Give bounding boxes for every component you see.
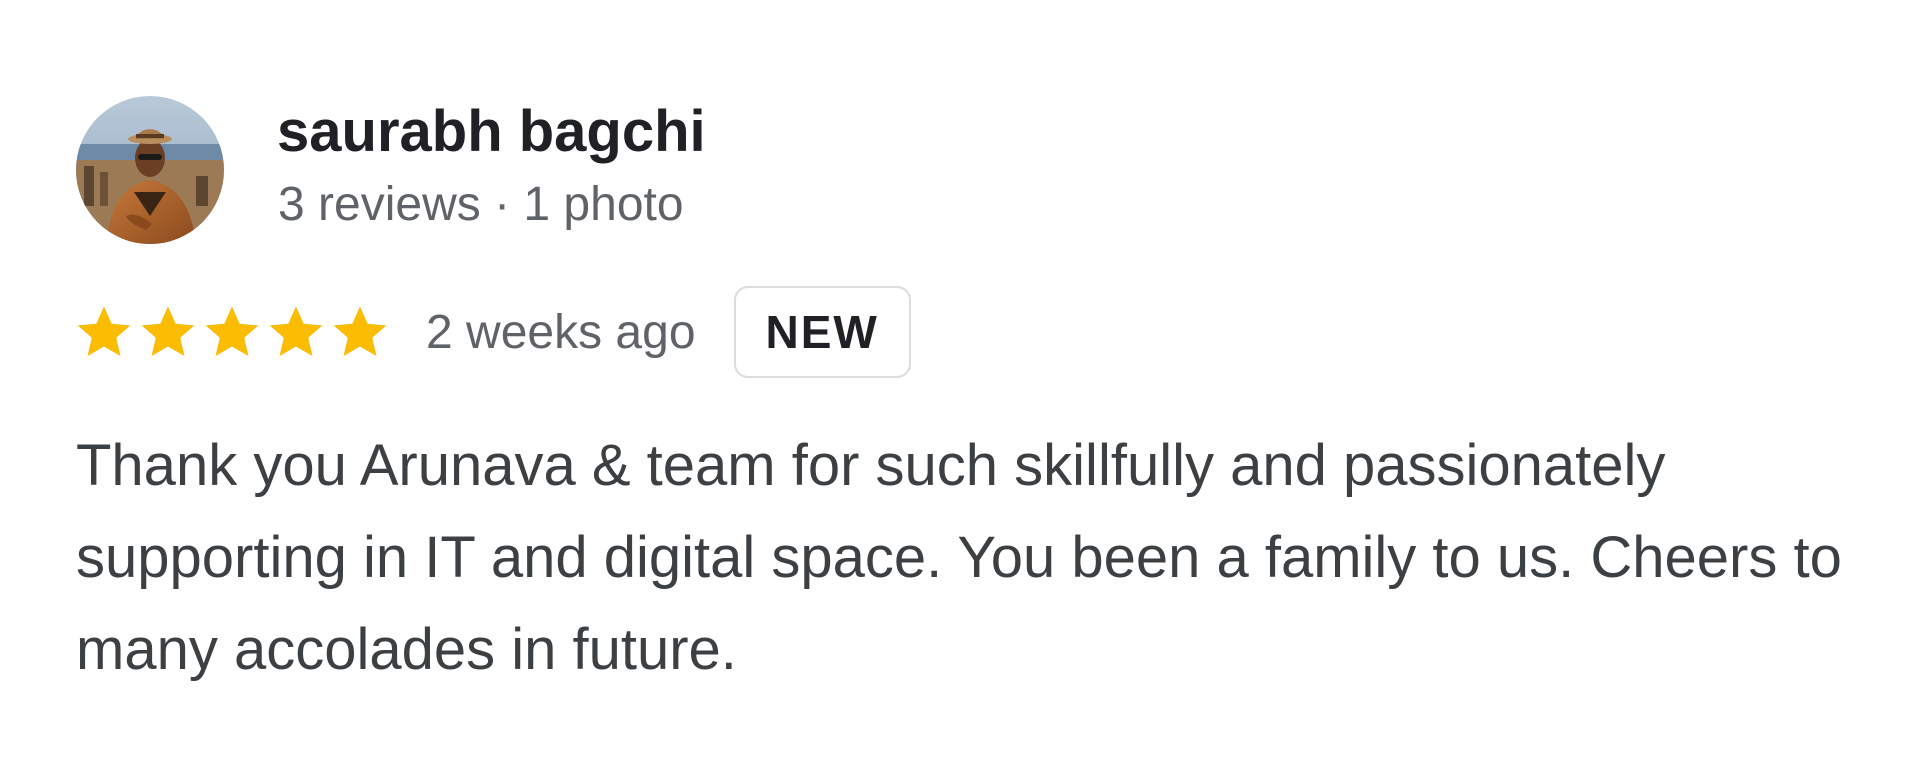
- review-card: saurabh bagchi 3 reviews · 1 photo 2 wee…: [0, 0, 1920, 783]
- review-date: 2 weeks ago: [426, 305, 696, 359]
- star-icon: [141, 306, 195, 356]
- star-icon: [333, 306, 387, 356]
- star-icon: [77, 306, 131, 356]
- review-text: Thank you Arunava & team for such skillf…: [76, 433, 1842, 682]
- reviewer-avatar[interactable]: [76, 96, 224, 244]
- reviewer-name[interactable]: saurabh bagchi: [277, 96, 706, 168]
- avatar-photo-icon: [76, 96, 224, 244]
- new-badge: NEW: [733, 286, 911, 378]
- star-icon: [205, 306, 259, 356]
- reviewer-review-count[interactable]: 3 reviews · 1 photo: [278, 175, 684, 235]
- star-icon: [269, 306, 323, 356]
- rating-row: 2 weeks ago NEW: [74, 284, 911, 380]
- star-rating: [74, 302, 390, 362]
